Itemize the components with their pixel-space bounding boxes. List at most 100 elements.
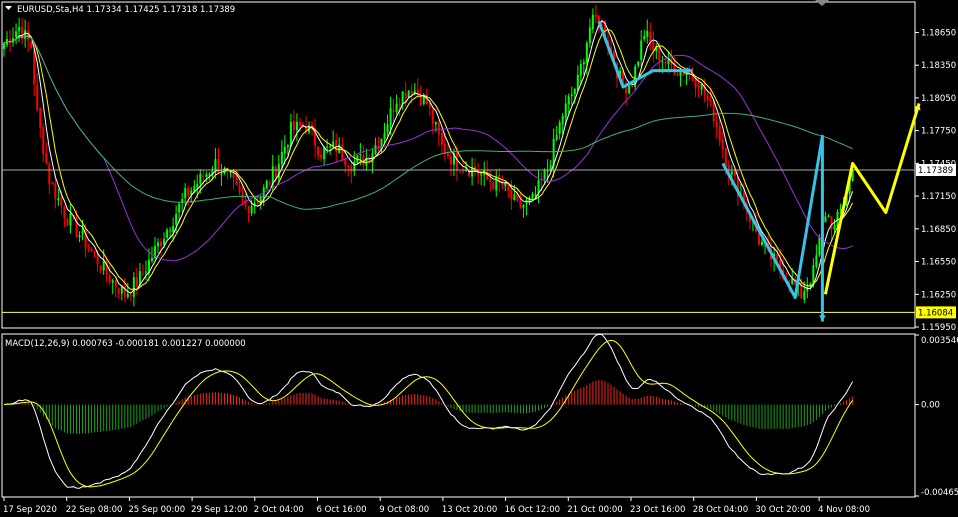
candle-body	[803, 291, 806, 300]
candle-body	[36, 84, 39, 110]
price-tick-label: 1.18050	[921, 94, 956, 104]
candle-body	[235, 178, 238, 185]
candle-body	[3, 43, 5, 49]
macd-tick-label: -0.004653	[921, 488, 958, 498]
candle-body	[63, 206, 66, 219]
candle-body	[462, 171, 465, 173]
price-tick-label: 1.16550	[921, 258, 956, 268]
candle-body	[129, 294, 132, 296]
candle-body	[449, 156, 452, 165]
price-tick-label: 1.18650	[921, 28, 956, 38]
macd-panel	[3, 333, 854, 489]
time-tick-label: 29 Sep 12:00	[191, 505, 248, 515]
candle-body	[202, 175, 205, 178]
candle-body	[434, 122, 437, 125]
candle-body	[298, 121, 301, 126]
candle-body	[446, 153, 449, 156]
time-tick-label: 23 Oct 16:00	[630, 505, 685, 515]
time-tick-label: 2 Oct 04:00	[254, 505, 304, 515]
candle-body	[534, 194, 537, 196]
candle-body	[184, 188, 187, 199]
candle-body	[570, 94, 573, 97]
candle-body	[208, 174, 211, 176]
candle-body	[492, 183, 495, 189]
price-tick-label: 1.16250	[921, 290, 956, 300]
candle-body	[87, 248, 90, 250]
candle-body	[477, 173, 480, 176]
candle-body	[537, 179, 540, 194]
price-tick-label: 1.17150	[921, 192, 956, 202]
time-tick-label: 30 Oct 20:00	[755, 505, 810, 515]
candle-body	[114, 280, 117, 288]
macd-header: MACD(12,26,9) 0.000763 -0.000181 0.00122…	[5, 339, 246, 349]
candle-body	[329, 146, 332, 148]
candle-body	[646, 30, 649, 37]
candle-body	[561, 116, 564, 125]
candle-body	[57, 198, 60, 201]
candle-body	[649, 31, 652, 42]
candle-body	[676, 73, 679, 75]
candle-body	[81, 230, 84, 234]
candle-body	[706, 95, 709, 101]
candle-body	[404, 92, 407, 99]
candle-body	[317, 146, 320, 156]
candle-body	[697, 88, 700, 90]
candle-body	[555, 135, 558, 140]
candle-body	[117, 288, 120, 294]
candle-body	[591, 14, 594, 30]
candle-body	[827, 216, 830, 218]
candle-body	[664, 61, 667, 64]
candle-body	[576, 74, 579, 91]
candle-body	[573, 89, 576, 95]
candle-body	[141, 272, 144, 274]
candle-body	[335, 140, 338, 152]
macd-tick-label: 0.003546	[921, 336, 958, 346]
candle-body	[286, 145, 289, 148]
time-tick-label: 4 Nov 08:00	[818, 505, 870, 515]
candle-body	[489, 179, 492, 183]
candle-body	[830, 216, 833, 230]
candle-body	[163, 239, 166, 245]
price-tick-label: 1.17750	[921, 127, 956, 137]
candle-body	[51, 183, 54, 185]
candle-body	[166, 229, 169, 238]
candle-body	[407, 90, 410, 98]
cyan-projection-path-arrowhead	[819, 315, 826, 322]
time-tick-label: 13 Oct 20:00	[442, 505, 497, 515]
candle-body	[78, 235, 81, 238]
time-tick-label: 6 Oct 16:00	[317, 505, 367, 515]
candle-body	[480, 174, 483, 176]
candle-body	[718, 125, 721, 141]
macd-frame	[1, 333, 916, 498]
candle-body	[625, 87, 628, 94]
candle-body	[703, 83, 706, 96]
candle-body	[585, 42, 588, 64]
chart-canvas[interactable]: EURUSD,Sta,H4 1.17334 1.17425 1.17318 1.…	[0, 0, 958, 517]
candle-body	[721, 140, 724, 149]
candle-body	[33, 49, 36, 85]
price-panel	[2, 4, 921, 322]
candle-body	[459, 171, 462, 173]
candle-body	[513, 194, 516, 200]
time-tick-label: 17 Sep 2020	[3, 505, 57, 515]
candle-body	[839, 208, 842, 211]
main-header: EURUSD,Sta,H4 1.17334 1.17425 1.17318 1.…	[17, 5, 235, 15]
candle-body	[685, 74, 688, 76]
candle-body	[160, 241, 163, 247]
candle-body	[362, 155, 365, 166]
time-tick-label: 28 Oct 04:00	[693, 505, 748, 515]
collapse-icon[interactable]	[5, 6, 12, 10]
candle-body	[27, 30, 30, 41]
candle-body	[347, 165, 350, 168]
candle-body	[60, 197, 63, 207]
window-corner-icon	[815, 0, 829, 6]
candle-body	[24, 30, 27, 39]
candle-body	[320, 154, 323, 159]
candle-body	[187, 187, 190, 196]
candle-body	[126, 293, 129, 297]
candle-body	[395, 103, 398, 112]
candle-body	[392, 109, 395, 112]
candle-body	[30, 41, 33, 49]
candle-body	[733, 171, 736, 176]
candle-body	[283, 146, 286, 154]
